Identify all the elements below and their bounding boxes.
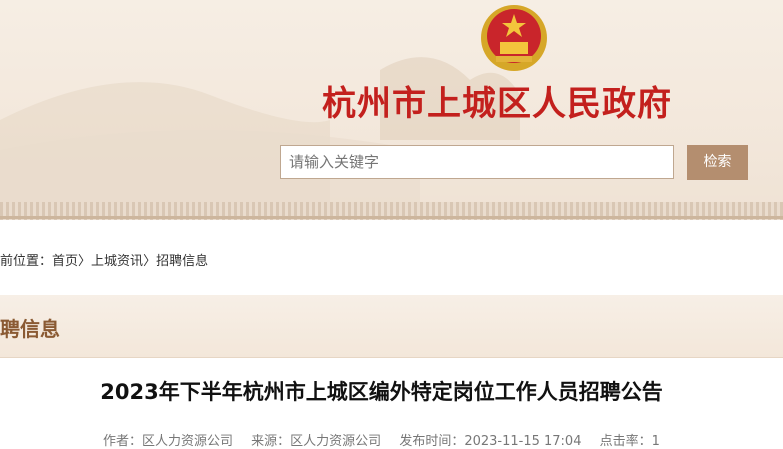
breadcrumb-separator: 〉 bbox=[78, 254, 92, 269]
site-header: 杭州市上城区人民政府 检索 bbox=[0, 0, 783, 218]
breadcrumb-prefix: 前位置： bbox=[0, 254, 53, 269]
article-title: 2023年下半年杭州市上城区编外特定岗位工作人员招聘公告 bbox=[100, 380, 663, 404]
breadcrumb-item-home[interactable]: 首页 bbox=[52, 254, 78, 269]
article-meta: 作者：区人力资源公司 来源：区人力资源公司 发布时间：2023-11-15 17… bbox=[103, 430, 674, 449]
breadcrumb-item-recruitment[interactable]: 招聘信息 bbox=[156, 254, 208, 269]
breadcrumb-separator: 〉 bbox=[143, 254, 157, 269]
article-clicks: 点击率：1 bbox=[599, 434, 660, 449]
breadcrumb: 前位置：首页〉上城资讯〉招聘信息 bbox=[0, 250, 208, 269]
header-divider-line bbox=[0, 216, 783, 219]
article-source: 来源：区人力资源公司 bbox=[251, 434, 382, 449]
article-published: 发布时间：2023-11-15 17:04 bbox=[399, 434, 582, 449]
search-button[interactable]: 检索 bbox=[687, 145, 748, 180]
national-emblem-icon bbox=[481, 5, 547, 71]
section-title: 聘信息 bbox=[0, 317, 60, 341]
search-input[interactable] bbox=[280, 145, 674, 179]
breadcrumb-item-news[interactable]: 上城资讯 bbox=[91, 254, 143, 269]
site-title: 杭州市上城区人民政府 bbox=[322, 84, 672, 124]
section-header-bar bbox=[0, 295, 783, 358]
article-author: 作者：区人力资源公司 bbox=[103, 434, 234, 449]
